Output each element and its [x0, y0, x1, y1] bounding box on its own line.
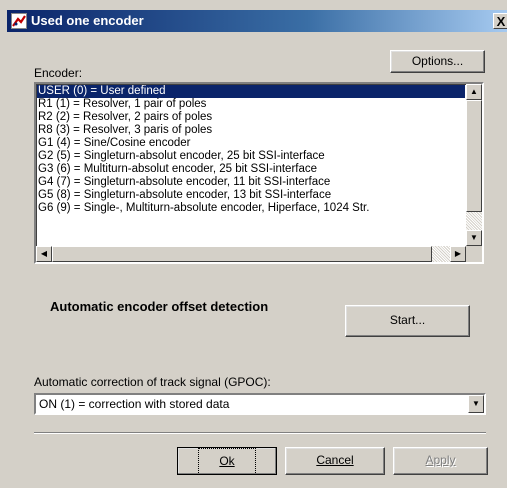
list-item[interactable]: G4 (7) = Singleturn-absolute encoder, 11… [37, 176, 465, 189]
options-button[interactable]: Options... [390, 50, 485, 73]
list-item[interactable]: G6 (9) = Single-, Multiturn-absolute enc… [37, 202, 465, 215]
triangle-right-icon[interactable]: ▶ [450, 246, 466, 262]
button-separator [34, 432, 486, 434]
encoder-listbox[interactable]: USER (0) = User defined R1 (1) = Resolve… [34, 82, 484, 264]
cancel-button[interactable]: Cancel [285, 447, 385, 475]
close-button[interactable]: X [493, 13, 507, 29]
encoder-app-icon [11, 13, 27, 29]
triangle-left-icon[interactable]: ◀ [36, 246, 52, 262]
triangle-down-icon[interactable]: ▼ [468, 395, 484, 413]
encoder-label: Encoder: [34, 66, 83, 80]
list-item[interactable]: G5 (8) = Singleturn-absolute encoder, 13… [37, 189, 465, 202]
list-item[interactable]: USER (0) = User defined [37, 85, 465, 98]
apply-button[interactable]: Apply [393, 447, 488, 475]
vertical-scroll-thumb[interactable] [466, 100, 482, 212]
title-bar[interactable]: Used one encoder X [7, 10, 507, 32]
start-button-label: Start... [389, 313, 426, 327]
cancel-button-label: Cancel [316, 453, 354, 467]
options-button-label: Options... [411, 54, 464, 68]
apply-button-label: Apply [425, 453, 456, 467]
window-title: Used one encoder [31, 13, 144, 28]
horizontal-scroll-thumb[interactable] [52, 246, 432, 262]
list-item[interactable]: G1 (4) = Sine/Cosine encoder [37, 137, 465, 150]
vertical-scrollbar[interactable]: ▲ ▼ [466, 84, 482, 246]
dialog-window: Used one encoder X Encoder: Options... U… [0, 0, 507, 488]
triangle-down-icon[interactable]: ▼ [466, 230, 482, 246]
encoder-list: USER (0) = User defined R1 (1) = Resolve… [37, 85, 465, 215]
ok-button[interactable]: Ok [177, 447, 277, 475]
ok-button-label: Ok [198, 448, 256, 475]
scrollbar-corner [466, 246, 482, 262]
list-item[interactable]: R8 (3) = Resolver, 3 paris of poles [37, 124, 465, 137]
gpoc-selected-value: ON (1) = correction with stored data [39, 397, 230, 411]
offset-detection-heading: Automatic encoder offset detection [50, 299, 269, 314]
horizontal-scrollbar[interactable]: ◀ ▶ [36, 246, 482, 262]
list-item[interactable]: G2 (5) = Singleturn-absolut encoder, 25 … [37, 150, 465, 163]
triangle-up-icon[interactable]: ▲ [466, 84, 482, 100]
gpoc-label: Automatic correction of track signal (GP… [34, 375, 271, 389]
list-item[interactable]: R1 (1) = Resolver, 1 pair of poles [37, 98, 465, 111]
list-item[interactable]: R2 (2) = Resolver, 2 pairs of poles [37, 111, 465, 124]
gpoc-select[interactable]: ON (1) = correction with stored data ▼ [34, 393, 486, 415]
start-button[interactable]: Start... [345, 305, 470, 337]
list-item[interactable]: G3 (6) = Multiturn-absolut encoder, 25 b… [37, 163, 465, 176]
